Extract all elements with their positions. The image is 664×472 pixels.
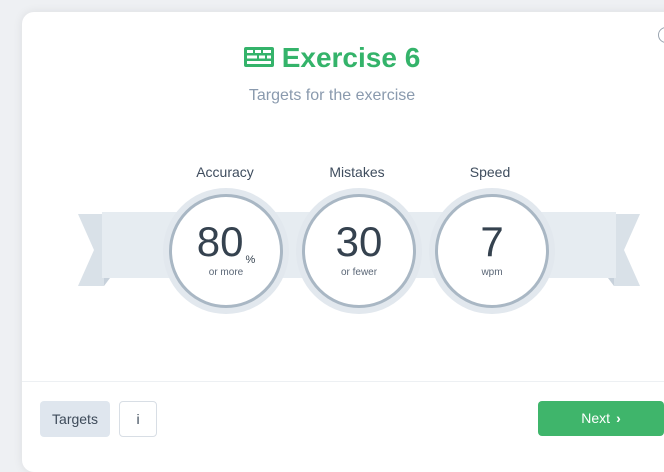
next-button[interactable]: Next › (538, 401, 664, 436)
accuracy-label: Accuracy (196, 164, 254, 180)
accuracy-target: 80% or more (169, 194, 283, 308)
footer-divider (22, 381, 664, 382)
speed-value: 7 (480, 218, 504, 265)
chevron-right-icon: › (616, 410, 621, 426)
accuracy-value: 80 (196, 218, 244, 265)
accuracy-value-wrap: 80% (172, 218, 280, 267)
next-label: Next (581, 410, 611, 426)
mistakes-value: 30 (335, 218, 383, 265)
accuracy-unit: % (245, 254, 256, 266)
exercise-subtitle: Targets for the exercise (248, 87, 416, 104)
info-button[interactable]: i (119, 401, 157, 437)
mistakes-label: Mistakes (329, 164, 385, 180)
speed-label: Speed (469, 164, 511, 180)
mistakes-target: 30 or fewer (302, 194, 416, 308)
keyboard-icon (243, 40, 274, 76)
speed-note: wpm (481, 267, 503, 278)
accuracy-note: or more (208, 267, 244, 278)
exercise-title: Exercise 6 (281, 42, 421, 73)
speed-target: 7 wpm (435, 194, 549, 308)
mistakes-note: or fewer (340, 267, 378, 278)
page-title: Exercise 6 (0, 40, 664, 76)
targets-button[interactable]: Targets (40, 401, 110, 437)
